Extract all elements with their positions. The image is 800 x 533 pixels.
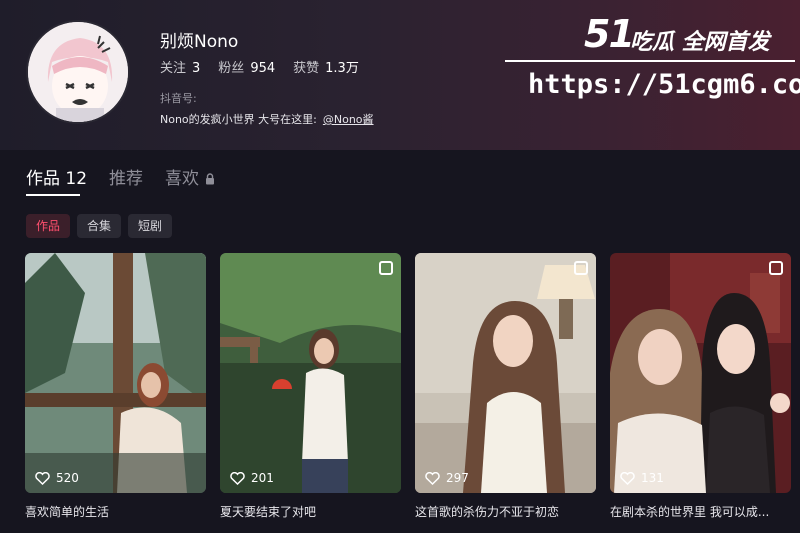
profile-stats: 关注 3 粉丝 954 获赞 1.3万: [160, 57, 359, 76]
collection-icon: [574, 261, 588, 275]
collection-icon: [379, 261, 393, 275]
video-caption[interactable]: 喜欢简单的生活: [25, 503, 206, 520]
video-thumbnail[interactable]: 201: [220, 253, 401, 493]
video-caption[interactable]: 这首歌的杀伤力不亚于初恋: [415, 503, 596, 520]
filter-short-dramas[interactable]: 短剧: [128, 214, 173, 238]
video-grid: 520 喜欢简单的生活 201 夏天要结束了对吧 297 这首歌的杀伤力不亚于初…: [25, 253, 791, 520]
tab-liked[interactable]: 喜欢: [165, 164, 215, 189]
video-caption[interactable]: 夏天要结束了对吧: [220, 503, 401, 520]
heart-icon: [620, 471, 635, 485]
douyin-id-label: 抖音号:: [160, 92, 197, 105]
profile-bio: Nono的发疯小世界 大号在这里: @Nono酱: [160, 111, 374, 127]
watermark-logo: 51: [584, 12, 635, 56]
profile-tabs: 作品 12 推荐 喜欢: [26, 164, 215, 189]
stat-following[interactable]: 关注 3: [160, 57, 200, 76]
video-thumbnail[interactable]: 520: [25, 253, 206, 493]
content-filters: 作品 合集 短剧: [26, 214, 173, 238]
forest-photo-icon: [25, 253, 206, 493]
video-card[interactable]: 520 喜欢简单的生活: [25, 253, 206, 520]
anime-girl-avatar-icon: [28, 22, 128, 122]
like-count: 520: [35, 471, 79, 485]
video-card[interactable]: 201 夏天要结束了对吧: [220, 253, 401, 520]
two-girls-photo-icon: [610, 253, 791, 493]
filter-works[interactable]: 作品: [26, 214, 71, 238]
collection-icon: [769, 261, 783, 275]
video-thumbnail[interactable]: 297: [415, 253, 596, 493]
heart-icon: [230, 471, 245, 485]
heart-icon: [35, 471, 50, 485]
stat-followers[interactable]: 粉丝 954: [218, 57, 275, 76]
like-count: 131: [620, 471, 664, 485]
watermark-url: https://51cgm6.com: [528, 69, 800, 100]
bio-mention-link[interactable]: @Nono酱: [323, 113, 374, 126]
heart-icon: [425, 471, 440, 485]
avatar[interactable]: [26, 20, 130, 124]
garden-photo-icon: [220, 253, 401, 493]
video-thumbnail[interactable]: 131: [610, 253, 791, 493]
video-card[interactable]: 131 在剧本杀的世界里 我可以成...: [610, 253, 791, 520]
lock-icon: [206, 173, 215, 185]
filter-collections[interactable]: 合集: [77, 214, 122, 238]
like-count: 201: [230, 471, 274, 485]
video-caption[interactable]: 在剧本杀的世界里 我可以成...: [610, 503, 791, 520]
active-tab-indicator: [26, 194, 80, 196]
tab-recommend[interactable]: 推荐: [109, 164, 143, 189]
like-count: 297: [425, 471, 469, 485]
video-card[interactable]: 297 这首歌的杀伤力不亚于初恋: [415, 253, 596, 520]
watermark-slogan: 吃瓜 全网首发: [630, 30, 770, 55]
bio-text: Nono的发疯小世界 大号在这里:: [160, 113, 317, 126]
tab-works[interactable]: 作品 12: [26, 164, 87, 189]
profile-nickname: 别烦Nono: [160, 32, 239, 52]
indoor-photo-icon: [415, 253, 596, 493]
stat-likes: 获赞 1.3万: [293, 61, 359, 76]
watermark-divider: [505, 60, 795, 62]
